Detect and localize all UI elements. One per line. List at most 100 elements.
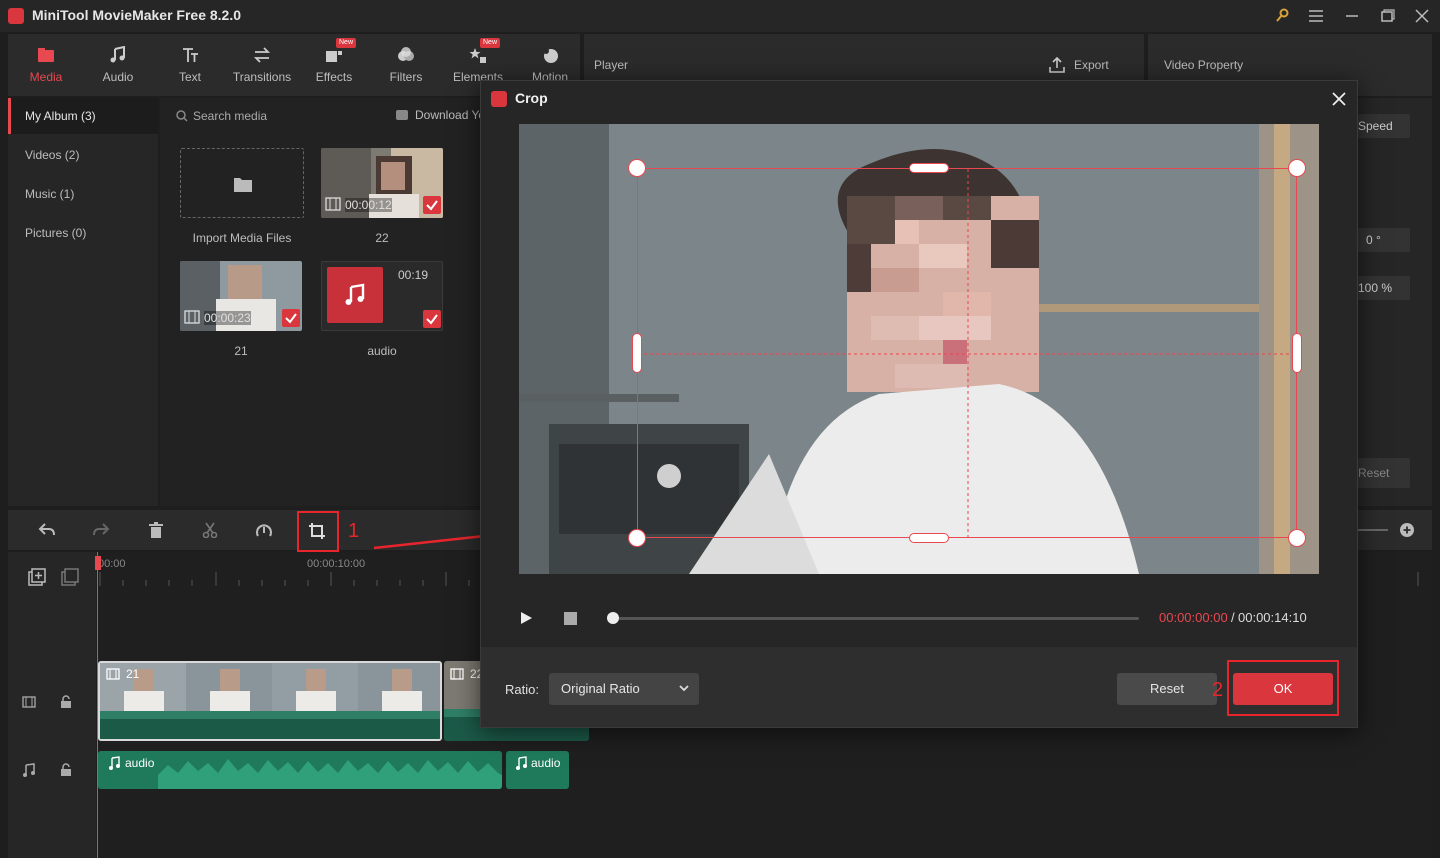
export-label: Export <box>1074 58 1109 72</box>
stop-icon[interactable] <box>564 612 577 625</box>
effects-icon <box>326 51 342 62</box>
zoom-in-icon[interactable] <box>1399 522 1415 538</box>
lock-icon[interactable] <box>60 763 72 777</box>
music-note-icon <box>109 756 120 770</box>
lock-icon[interactable] <box>60 695 72 709</box>
step-1-label: 1 <box>348 520 360 542</box>
time-display: 00:00:00:00 / 00:00:14:10 <box>1159 610 1307 625</box>
film-icon <box>184 310 200 324</box>
menu-icon[interactable] <box>1306 6 1326 26</box>
audio-clip-1[interactable]: audio <box>98 751 502 789</box>
app-logo-icon <box>491 91 507 107</box>
album-sidebar: My Album (3) Videos (2) Music (1) Pictur… <box>8 98 158 506</box>
redo-icon[interactable] <box>92 522 110 538</box>
audio-cover <box>327 267 383 323</box>
album-item-my-album[interactable]: My Album (3) <box>8 98 158 134</box>
transitions-icon <box>253 47 271 63</box>
tab-audio[interactable]: Audio <box>83 34 153 96</box>
crop-handle-top[interactable] <box>909 163 949 173</box>
title-bar: MiniTool MovieMaker Free 8.2.0 <box>0 0 1440 32</box>
playhead[interactable] <box>97 552 98 858</box>
filters-icon <box>398 47 414 61</box>
tab-label: Effects <box>315 70 353 84</box>
crop-handle-bottom[interactable] <box>909 533 949 543</box>
film-icon <box>325 197 341 211</box>
tab-media[interactable]: Media <box>11 34 81 96</box>
ok-button[interactable]: OK <box>1233 673 1333 705</box>
crop-dialog-title: Crop <box>515 90 548 106</box>
duration-label: 00:19 <box>398 268 429 282</box>
clip-label: 21 <box>126 667 140 681</box>
music-note-icon <box>345 283 365 305</box>
rotation-field[interactable]: 0 ° <box>1356 228 1410 252</box>
import-media-tile[interactable] <box>180 148 304 218</box>
crop-handle-top-left[interactable] <box>628 159 646 177</box>
crop-handle-top-right[interactable] <box>1288 159 1306 177</box>
media-thumb-audio[interactable]: 00:19 <box>321 261 443 331</box>
import-media-caption: Import Media Files <box>192 231 292 245</box>
playhead-handle[interactable] <box>95 556 101 570</box>
album-item-music[interactable]: Music (1) <box>8 176 158 212</box>
crop-handle-bottom-right[interactable] <box>1288 529 1306 547</box>
ratio-select[interactable]: Original Ratio <box>549 673 699 705</box>
check-icon <box>423 196 441 214</box>
tab-filters[interactable]: Filters <box>371 34 441 96</box>
time-total: 00:00:14:10 <box>1238 610 1307 625</box>
tab-effects[interactable]: New Effects <box>299 34 369 96</box>
crop-handle-bottom-left[interactable] <box>628 529 646 547</box>
close-icon[interactable] <box>1329 89 1349 109</box>
video-clip-21[interactable]: 21 <box>98 661 442 741</box>
speed-icon[interactable] <box>255 522 273 538</box>
track-header <box>8 552 96 858</box>
media-thumb-21[interactable]: 00:00:23 <box>180 261 302 331</box>
close-window-icon[interactable] <box>1412 6 1432 26</box>
album-item-pictures[interactable]: Pictures (0) <box>8 215 158 251</box>
text-icon <box>183 48 198 62</box>
search-input[interactable]: Search media <box>193 109 267 123</box>
step-2-label: 2 <box>1212 679 1224 701</box>
property-title: Video Property <box>1164 58 1244 72</box>
crop-icon[interactable] <box>308 522 326 540</box>
duration-label: 00:00:12 <box>345 198 392 212</box>
tab-label: Text <box>178 70 201 84</box>
undo-icon[interactable] <box>38 522 56 538</box>
zoom-slider[interactable] <box>1354 529 1388 531</box>
media-thumb-22[interactable]: 00:00:12 <box>321 148 443 218</box>
crop-handle-right[interactable] <box>1292 333 1302 373</box>
crop-handle-left[interactable] <box>632 333 642 373</box>
tab-label: Media <box>29 70 63 84</box>
delete-icon[interactable] <box>148 522 164 538</box>
tab-label: Filters <box>389 70 423 84</box>
reset-button[interactable]: Reset <box>1117 673 1217 705</box>
tab-transitions[interactable]: Transitions <box>227 34 297 96</box>
download-youtube-link[interactable]: Download YouTube Videos <box>415 108 480 122</box>
app-logo-icon <box>8 8 24 24</box>
player-controls: 00:00:00:00 / 00:00:14:10 <box>481 591 1359 643</box>
split-icon[interactable] <box>202 522 218 538</box>
crop-dialog-footer: Ratio: Original Ratio Reset 2 OK <box>481 647 1357 727</box>
search-icon <box>176 110 188 122</box>
clip-label: audio <box>531 756 561 770</box>
export-button[interactable]: Export <box>1048 54 1128 76</box>
audio-clip-2[interactable]: audio <box>506 751 569 789</box>
tab-text[interactable]: Text <box>155 34 225 96</box>
add-track-icon[interactable] <box>28 568 46 586</box>
clip-filmstrip <box>100 663 440 739</box>
download-icon <box>396 110 408 120</box>
crop-selection[interactable] <box>637 168 1298 539</box>
play-icon[interactable] <box>519 611 533 625</box>
album-item-videos[interactable]: Videos (2) <box>8 137 158 173</box>
seek-thumb[interactable] <box>607 612 619 624</box>
minimize-icon[interactable] <box>1342 6 1362 26</box>
key-icon[interactable] <box>1272 6 1292 26</box>
duration-label: 00:00:23 <box>204 311 251 325</box>
film-icon <box>106 668 120 680</box>
crop-dialog: Crop 00:00:00:00 / 00:00:14:10 Ratio: Or… <box>480 80 1358 728</box>
seek-bar[interactable] <box>613 617 1139 620</box>
crop-guides <box>638 169 1298 539</box>
audio-track-icon <box>23 763 35 777</box>
ruler-label: 00:00:10:00 <box>307 558 366 570</box>
media-caption: audio <box>367 344 397 358</box>
remove-track-icon[interactable] <box>61 568 79 586</box>
maximize-icon[interactable] <box>1377 6 1397 26</box>
